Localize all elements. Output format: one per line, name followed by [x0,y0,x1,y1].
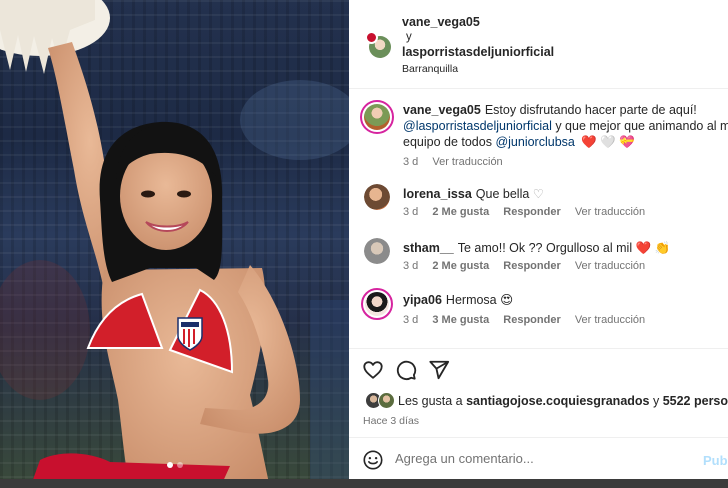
likes-text: Les gusta a santiagojose.coquiesgranados… [398,394,728,408]
comment-time[interactable]: 3 d [403,314,418,326]
comment-meta: 3 d 2 Me gusta Responder Ver traducción [403,206,656,218]
comment-bubble-icon[interactable] [395,359,417,381]
comment-username[interactable]: stham__ [403,241,454,255]
comment-emoji: 😍 [500,293,514,307]
post-comment-button[interactable]: Publicar [703,453,728,468]
comment-translate[interactable]: Ver traducción [575,314,645,326]
post-timestamp[interactable]: Hace 3 días [363,415,419,427]
caption-line-3: equipo de todos @juniorclubsa ❤️ 🤍 💝 [403,134,635,150]
comment-meta: 3 d 2 Me gusta Responder Ver traducción [403,260,656,272]
comment-translate[interactable]: Ver traducción [575,260,645,272]
post-photo[interactable] [0,0,349,488]
caption-mention-1[interactable]: @lasporristasdeljuniorficial [403,119,552,133]
comment-line: lorena_issa Que bella ♡ [403,186,544,202]
header-username-1[interactable]: vane_vega05 [402,15,480,29]
comment-reply-button[interactable]: Responder [503,206,560,218]
comment-reply-button[interactable]: Responder [503,260,560,272]
likes-middle: y [649,394,663,408]
paper-plane-icon[interactable] [428,359,450,381]
caption-mention-2[interactable]: @juniorclubsa [495,135,574,149]
header-conjunction: y [406,31,412,43]
comment-input[interactable] [395,451,685,466]
caption-translate[interactable]: Ver traducción [432,156,502,168]
likes-prefix: Les gusta a [398,394,467,408]
post-header: vane_vega05 y lasporristasdeljuniorficia… [349,0,728,89]
cheerleader-figure [0,0,349,488]
comment-time[interactable]: 3 d [403,260,418,272]
comment-likes[interactable]: 3 Me gusta [432,314,489,326]
caption-text-line3: equipo de todos [403,135,496,149]
likes-count[interactable]: 5522 personas más [663,394,728,408]
comment-text: Que bella [475,187,530,201]
comment-avatar[interactable] [364,184,390,210]
caption-time[interactable]: 3 d [403,156,418,168]
caption-line-2: @lasporristasdeljuniorficial y que mejor… [403,118,728,134]
comment-composer: Publicar [349,437,728,479]
bottom-edge [0,479,728,488]
comment-text: Te amo!! Ok ?? Orgulloso al mil [457,241,633,255]
caption-text-start: Estoy disfrutando hacer parte de aquí! [484,103,697,117]
post-side-panel: vane_vega05 y lasporristasdeljuniorficia… [349,0,728,479]
heart-outline-icon[interactable] [362,359,384,381]
comment-meta: 3 d 3 Me gusta Responder Ver traducción [403,314,656,326]
liker-avatar[interactable] [378,392,395,409]
comment-time[interactable]: 3 d [403,206,418,218]
caption-username[interactable]: vane_vega05 [403,103,481,117]
carousel-dot [176,462,183,468]
smiley-icon[interactable] [362,449,384,471]
likes-summary: Les gusta a santiagojose.coquiesgranados… [349,390,728,412]
comment-username[interactable]: lorena_issa [403,187,472,201]
caption-text-middle: y que mejor que animando al mejor [555,119,728,133]
comment-emoji: ♡ [532,187,545,201]
comment-emoji: ❤️ 👏 [635,241,671,255]
post-actions [349,348,728,388]
caption-meta: 3 d Ver traducción [403,156,514,168]
comment-username[interactable]: yipa06 [403,293,442,307]
comment-reply-button[interactable]: Responder [503,314,560,326]
collab-avatar-badge [365,31,378,44]
comment-line: yipa06 Hermosa 😍 [403,292,513,308]
comment-avatar[interactable] [364,238,390,264]
comment-likes[interactable]: 2 Me gusta [432,260,489,272]
comment-text: Hermosa [445,293,497,307]
comment-avatar[interactable] [361,288,393,320]
carousel-dot-active [166,462,173,468]
carousel-dots [0,462,349,468]
comment-likes[interactable]: 2 Me gusta [432,206,489,218]
header-location[interactable]: Barranquilla [402,63,458,75]
caption-emojis: ❤️ 🤍 💝 [581,135,635,149]
header-username-2[interactable]: lasporristasdeljuniorficial [402,45,554,59]
comment-translate[interactable]: Ver traducción [575,206,645,218]
caption-avatar[interactable] [360,100,394,134]
caption-line-1: vane_vega05 Estoy disfrutando hacer parte… [403,102,697,118]
comment-line: stham__ Te amo!! Ok ?? Orgulloso al mil ❤… [403,240,670,256]
likes-user[interactable]: santiagojose.coquiesgranados [466,394,649,408]
